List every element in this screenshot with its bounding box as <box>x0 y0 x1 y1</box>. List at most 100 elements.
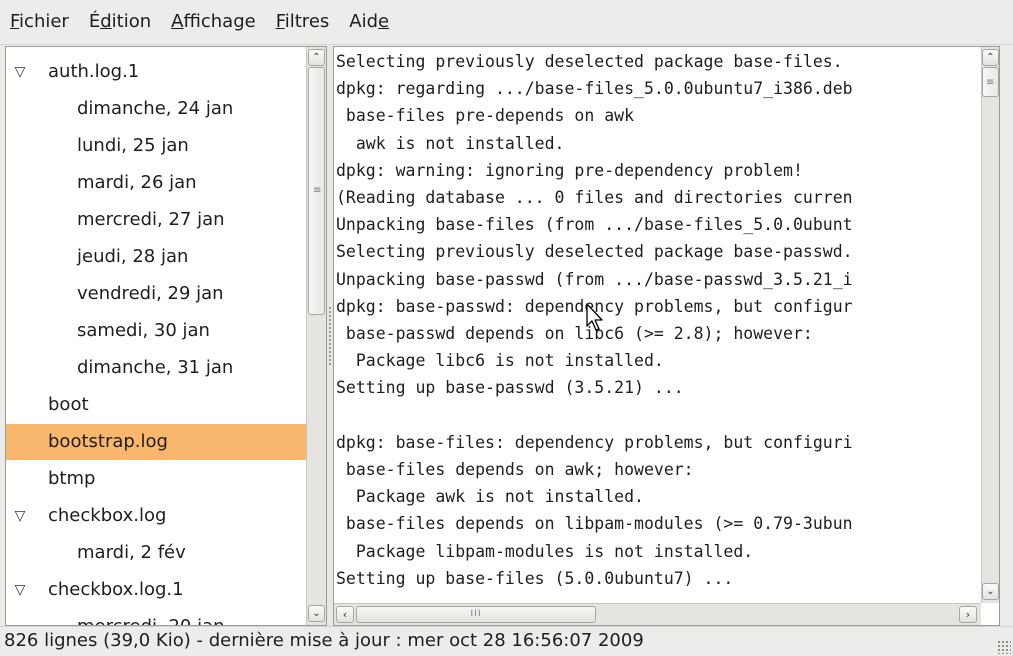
tree-item[interactable]: mercredi, 20 jan <box>6 609 306 625</box>
tree-item[interactable]: btmp <box>6 461 306 497</box>
log-scroll-up-button[interactable]: ⌃ <box>982 49 999 66</box>
log-horizontal-scrollbar[interactable]: ‹ III › <box>334 603 981 625</box>
grip-icon: III <box>470 609 482 619</box>
menu-bar: Fichier Édition Affichage Filtres Aide <box>0 0 1013 45</box>
log-scroll-right-button[interactable]: › <box>959 606 977 623</box>
log-file-tree[interactable]: ▽ auth.log.1 dimanche, 24 jan lundi, 25 jan… <box>6 47 306 625</box>
log-line: (Reading database ... 0 files and direct… <box>336 188 853 207</box>
chevron-down-icon: ⌄ <box>986 586 995 597</box>
tree-item[interactable]: dimanche, 24 jan <box>6 91 306 127</box>
log-line: Setting up base-files (5.0.0ubuntu7) ... <box>336 568 734 588</box>
log-line: dpkg: regarding .../base-files_5.0.0ubun… <box>336 79 853 99</box>
menu-mnemonic: F <box>275 11 285 32</box>
log-file-tree-pane: ▽ auth.log.1 dimanche, 24 jan lundi, 25 jan… <box>5 46 327 626</box>
menu-item-4[interactable]: Aide <box>339 0 399 44</box>
log-line: Unpacking base-files (from .../base-file… <box>336 215 853 235</box>
menu-item-1[interactable]: Édition <box>79 0 161 44</box>
log-scroll-down-button[interactable]: ⌄ <box>982 583 999 600</box>
log-line: base-files pre-depends on awk <box>336 106 635 126</box>
tree-item[interactable]: lundi, 25 jan <box>6 128 306 164</box>
tree-item-label: dimanche, 24 jan <box>77 98 234 119</box>
tree-item[interactable]: ▽ auth.log.1 <box>6 54 306 90</box>
log-line: Selecting previously deselected package … <box>336 242 853 262</box>
log-line: Selecting previously deselected package … <box>336 52 843 71</box>
tree-item-label: dimanche, 31 jan <box>77 357 234 378</box>
tree-item[interactable]: samedi, 30 jan <box>6 313 306 349</box>
tree-item-label: samedi, 30 jan <box>77 320 210 341</box>
log-line: Package awk is not installed. <box>336 487 644 507</box>
menu-label-part: ition <box>111 11 152 32</box>
tree-item[interactable]: vendredi, 29 jan <box>6 276 306 312</box>
log-line: Setting up base-passwd (3.5.21) ... <box>336 378 684 398</box>
log-scroll-thumb[interactable]: ≡ <box>982 67 999 97</box>
log-line: Unpacking base-passwd (from .../base-pas… <box>336 269 853 289</box>
expander-icon[interactable]: ▽ <box>11 54 29 90</box>
grip-icon: ≡ <box>313 185 322 196</box>
log-scroll-left-button[interactable]: ‹ <box>336 606 354 623</box>
tree-item-label: lundi, 25 jan <box>77 135 189 156</box>
tree-item-label: mercredi, 27 jan <box>77 209 225 230</box>
tree-item[interactable]: mardi, 26 jan <box>6 165 306 201</box>
mouse-pointer-icon <box>586 303 603 331</box>
menu-label-part: ichier <box>19 11 69 32</box>
log-line: Package libc6 is not installed. <box>336 351 664 371</box>
log-hscroll-thumb[interactable]: III <box>356 606 596 623</box>
tree-item[interactable]: bootstrap.log <box>6 424 306 460</box>
tree-item[interactable]: mercredi, 27 jan <box>6 202 306 238</box>
log-line: dpkg: base-files: dependency problems, b… <box>336 432 853 452</box>
log-line: dpkg: warning: ignoring pre-dependency p… <box>336 160 803 180</box>
chevron-up-icon: ⌃ <box>312 52 321 63</box>
tree-item-label: jeudi, 28 jan <box>77 246 189 267</box>
tree-item-label: btmp <box>48 468 96 489</box>
menu-label-part: ffichage <box>183 11 256 32</box>
tree-item-label: checkbox.log <box>48 505 167 526</box>
menu-item-3[interactable]: Filtres <box>266 0 340 44</box>
log-line: base-files depends on libpam-modules (>=… <box>336 514 853 534</box>
tree-item-label: mercredi, 20 jan <box>77 609 225 625</box>
tree-item[interactable]: ▽ checkbox.log <box>6 498 306 534</box>
log-line: Package libpam-modules is not installed. <box>336 541 754 561</box>
tree-scroll-up-button[interactable]: ⌃ <box>308 49 325 66</box>
chevron-left-icon: ‹ <box>342 608 348 621</box>
tree-item-label: auth.log.1 <box>48 61 140 82</box>
log-line: base-files depends on awk; however: <box>336 460 694 479</box>
status-text: 826 lignes (39,0 Kio) - dernière mise à … <box>4 630 644 651</box>
tree-item[interactable]: jeudi, 28 jan <box>6 239 306 275</box>
tree-item-label: boot <box>48 394 89 415</box>
log-line: awk is not installed. <box>336 133 565 153</box>
log-vertical-scrollbar[interactable]: ⌃ ≡ ⌄ <box>981 47 999 603</box>
splitter-grip-icon <box>328 306 332 366</box>
menu-mnemonic: F <box>10 11 20 32</box>
chevron-right-icon: › <box>965 608 971 621</box>
log-text-view[interactable]: Selecting previously deselected package … <box>336 47 981 603</box>
tree-item-label: checkbox.log.1 <box>48 579 184 600</box>
grip-icon: ≡ <box>986 77 995 88</box>
tree-scroll-down-button[interactable]: ⌄ <box>308 605 325 622</box>
tree-item[interactable]: mardi, 2 fév <box>6 535 306 571</box>
tree-item-label: vendredi, 29 jan <box>77 283 224 304</box>
menu-item-0[interactable]: Fichier <box>0 0 79 44</box>
menu-mnemonic: e <box>378 11 390 32</box>
tree-item-label: mardi, 2 fév <box>77 542 186 563</box>
tree-item[interactable]: dimanche, 31 jan <box>6 350 306 386</box>
expander-icon[interactable]: ▽ <box>11 572 29 608</box>
tree-item[interactable]: boot <box>6 387 306 423</box>
menu-label-part: Aid <box>349 11 379 32</box>
menu-item-2[interactable]: Affichage <box>161 0 266 44</box>
chevron-down-icon: ⌄ <box>312 608 321 619</box>
tree-item[interactable]: ▽ checkbox.log.1 <box>6 572 306 608</box>
log-line: base-passwd depends on libc6 (>= 2.8); h… <box>336 324 813 343</box>
menu-mnemonic: A <box>171 11 184 32</box>
chevron-up-icon: ⌃ <box>986 52 995 63</box>
expander-icon[interactable]: ▽ <box>11 498 29 534</box>
menu-label-part: iltres <box>284 11 330 32</box>
tree-item-label: mardi, 26 jan <box>77 172 197 193</box>
resize-grip-icon[interactable] <box>997 640 1011 654</box>
log-text-pane: Selecting previously deselected package … <box>333 46 1000 626</box>
menu-mnemonic: d <box>100 11 112 32</box>
tree-scroll-thumb[interactable]: ≡ <box>308 67 325 315</box>
menu-label-part: É <box>88 11 101 32</box>
status-bar: 826 lignes (39,0 Kio) - dernière mise à … <box>0 626 1013 656</box>
tree-item-label: bootstrap.log <box>48 431 168 452</box>
tree-vertical-scrollbar[interactable]: ⌃ ≡ ⌄ <box>306 47 326 625</box>
